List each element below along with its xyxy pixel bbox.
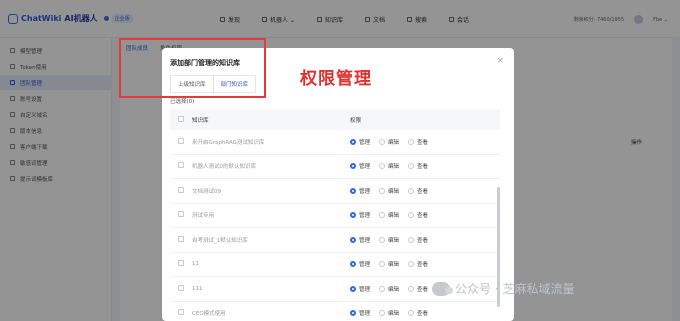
permission-radios: 管理 编辑 查看: [350, 211, 500, 219]
header-perm: 权限: [350, 117, 362, 124]
radio-view[interactable]: 查看: [408, 285, 428, 293]
select-all-checkbox[interactable]: [178, 115, 184, 122]
highlight-box: [119, 38, 266, 98]
radio-icon: [379, 212, 386, 219]
radio-manage[interactable]: 管理: [350, 162, 370, 170]
row-checkbox[interactable]: [178, 137, 184, 144]
selected-count: 已选择(0): [170, 99, 195, 105]
kb-name: 文档测试09: [192, 188, 221, 195]
radio-checked-icon: [350, 163, 356, 170]
radio-icon: [379, 187, 386, 194]
radio-checked-icon: [350, 285, 356, 292]
radio-manage[interactable]: 管理: [350, 260, 370, 268]
radio-checked-icon: [350, 261, 356, 268]
watermark-text: 公众号 · 芝麻私域流量: [455, 282, 575, 296]
radio-icon: [379, 236, 386, 243]
radio-manage[interactable]: 管理: [350, 138, 370, 146]
radio-view[interactable]: 查看: [408, 138, 428, 146]
radio-view[interactable]: 查看: [408, 187, 428, 195]
watermark: 公众号 · 芝麻私域流量: [432, 280, 574, 297]
radio-icon: [408, 163, 415, 170]
row-checkbox[interactable]: [178, 186, 184, 193]
radio-checked-icon: [350, 310, 356, 317]
radio-icon: [379, 310, 386, 317]
radio-edit[interactable]: 编辑: [379, 309, 399, 317]
permission-radios: 管理 编辑 查看: [350, 236, 500, 244]
radio-edit[interactable]: 编辑: [379, 285, 399, 293]
radio-checked-icon: [350, 187, 356, 194]
permission-radios: 管理 编辑 查看: [350, 260, 500, 268]
kb-name: 自考测试_1默认知识库: [192, 237, 248, 244]
radio-edit[interactable]: 编辑: [379, 260, 399, 268]
row-checkbox[interactable]: [178, 211, 184, 218]
radio-icon: [379, 261, 386, 268]
wechat-icon: [432, 281, 453, 296]
table-row: 测试专用 管理 编辑 查看: [170, 204, 500, 228]
radio-checked-icon: [350, 212, 356, 219]
radio-checked-icon: [350, 236, 356, 243]
radio-edit[interactable]: 编辑: [379, 211, 399, 219]
radio-view[interactable]: 查看: [408, 236, 428, 244]
radio-icon: [379, 285, 386, 292]
table-row: 来开启GraphRAG测试知识库 管理 编辑 查看: [170, 130, 500, 155]
radio-view[interactable]: 查看: [408, 211, 428, 219]
table-header: 知识库 权限: [170, 109, 500, 130]
radio-edit[interactable]: 编辑: [379, 138, 399, 146]
radio-icon: [408, 138, 415, 145]
annotation-label: 权限管理: [300, 69, 372, 89]
radio-icon: [408, 212, 415, 219]
radio-view[interactable]: 查看: [408, 260, 428, 268]
permission-radios: 管理 编辑 查看: [350, 162, 500, 170]
radio-icon: [408, 236, 415, 243]
radio-edit[interactable]: 编辑: [379, 236, 399, 244]
row-checkbox[interactable]: [178, 162, 184, 169]
kb-name: 机器人测试0的默认知识库: [192, 164, 257, 171]
kb-name: CEO模式使用: [192, 311, 226, 318]
kb-name: 来开启GraphRAG测试知识库: [192, 139, 265, 146]
kb-name: 测试专用: [192, 213, 215, 220]
table-row: 自考测试_1默认知识库 管理 编辑 查看: [170, 228, 500, 253]
permission-radios: 管理 编辑 查看: [350, 187, 500, 195]
radio-view[interactable]: 查看: [408, 309, 428, 317]
table-row: 文档测试09 管理 编辑 查看: [170, 179, 500, 204]
row-checkbox[interactable]: [178, 235, 184, 242]
radio-manage[interactable]: 管理: [350, 309, 370, 317]
radio-edit[interactable]: 编辑: [379, 162, 399, 170]
row-checkbox[interactable]: [178, 260, 184, 267]
kb-name: 11: [192, 261, 199, 268]
table-row: CEO模式使用 管理 编辑 查看: [170, 302, 500, 321]
row-checkbox[interactable]: [178, 309, 184, 316]
radio-manage[interactable]: 管理: [350, 285, 370, 293]
permission-radios: 管理 编辑 查看: [350, 309, 500, 317]
kb-name: 111: [192, 285, 203, 292]
radio-icon: [408, 310, 415, 317]
table-row: 11 管理 编辑 查看: [170, 253, 500, 277]
close-icon[interactable]: ×: [496, 56, 504, 66]
radio-manage[interactable]: 管理: [350, 236, 370, 244]
table-row: 机器人测试0的默认知识库 管理 编辑 查看: [170, 155, 500, 179]
radio-manage[interactable]: 管理: [350, 211, 370, 219]
radio-edit[interactable]: 编辑: [379, 187, 399, 195]
radio-view[interactable]: 查看: [408, 162, 428, 170]
permission-radios: 管理 编辑 查看: [350, 138, 500, 146]
header-kb: 知识库: [192, 117, 209, 124]
radio-icon: [379, 163, 386, 170]
radio-icon: [408, 187, 415, 194]
radio-icon: [379, 138, 386, 145]
radio-icon: [408, 261, 415, 268]
row-checkbox[interactable]: [178, 284, 184, 291]
radio-manage[interactable]: 管理: [350, 187, 370, 195]
radio-checked-icon: [350, 138, 356, 145]
radio-icon: [408, 285, 415, 292]
